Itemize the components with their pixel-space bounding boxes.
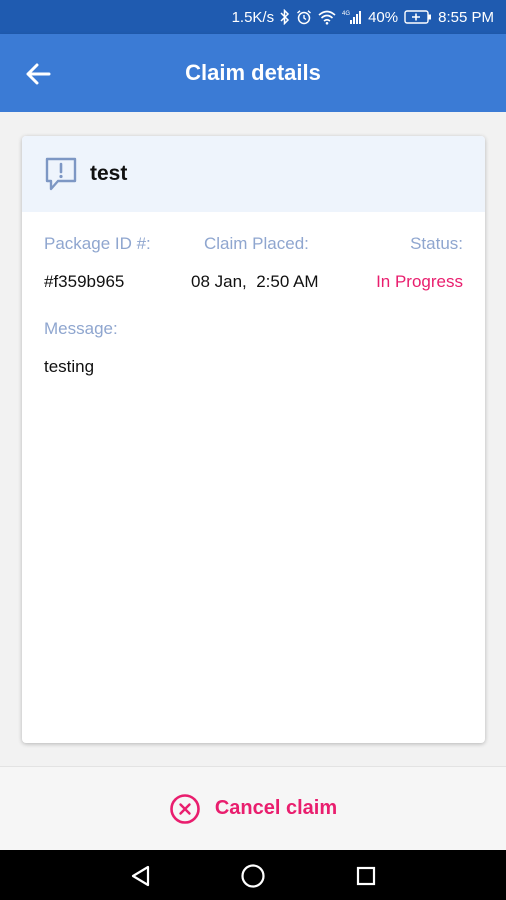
message-label: Message: (44, 319, 118, 338)
status-label: Status: (410, 234, 463, 253)
claim-placed-value: 08 Jan, 2:50 AM (191, 272, 319, 291)
nav-home-button[interactable] (238, 861, 268, 891)
content-area: test Package ID #: Claim Placed: Status:… (0, 112, 506, 766)
alarm-icon (296, 9, 312, 25)
claim-card: test Package ID #: Claim Placed: Status:… (22, 136, 485, 743)
system-nav-bar (0, 850, 506, 900)
bluetooth-icon (280, 9, 290, 25)
back-triangle-icon (131, 865, 150, 887)
battery-percent: 40% (368, 8, 399, 26)
status-badge: In Progress (376, 272, 463, 291)
network-speed: 1.5K/s (231, 8, 275, 26)
claim-title: test (90, 162, 128, 185)
cancel-claim-button[interactable]: Cancel claim (0, 766, 506, 850)
app-bar: Claim details (0, 34, 506, 112)
status-bar: 1.5K/s 4G 40% 8:55 PM (0, 0, 506, 34)
package-id-label: Package ID #: (44, 234, 151, 253)
claim-card-header: test (22, 136, 485, 212)
arrow-left-icon (26, 63, 51, 85)
cancel-claim-label: Cancel claim (214, 797, 338, 819)
signal-icon: 4G (342, 9, 362, 25)
battery-charging-icon (404, 10, 432, 24)
message-alert-icon (45, 157, 77, 191)
nav-back-button[interactable] (125, 861, 155, 891)
page-title: Claim details (185, 60, 321, 85)
clock: 8:55 PM (438, 8, 494, 26)
package-id-value: #f359b965 (44, 272, 125, 291)
home-circle-icon (241, 864, 265, 888)
close-circle-icon (170, 793, 200, 824)
recents-square-icon (356, 866, 376, 886)
back-button[interactable] (22, 58, 54, 90)
nav-recents-button[interactable] (351, 861, 381, 891)
wifi-icon (318, 10, 336, 25)
message-value: testing (44, 357, 95, 376)
svg-text:4G: 4G (342, 11, 350, 17)
claim-placed-label: Claim Placed: (204, 234, 309, 253)
